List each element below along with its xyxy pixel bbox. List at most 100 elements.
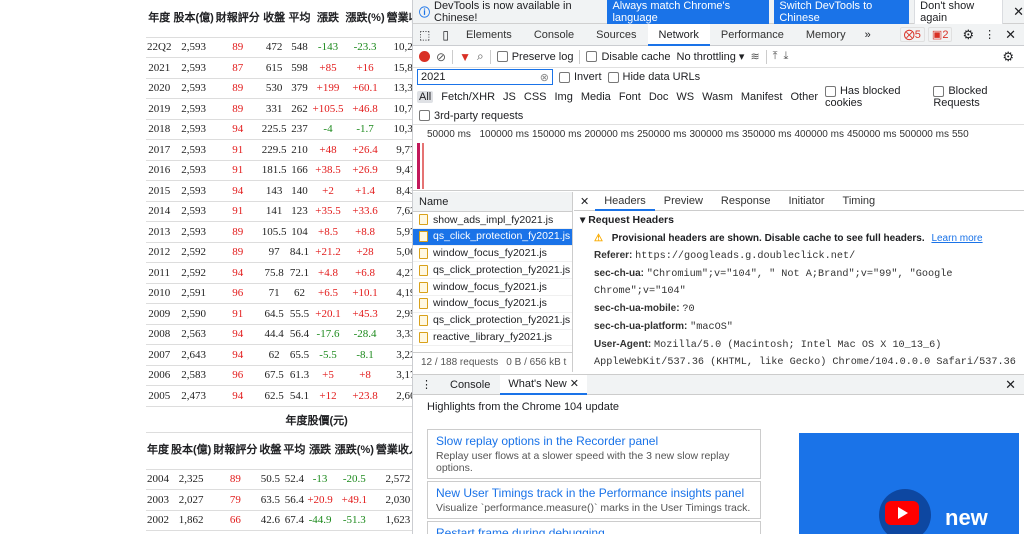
type-filter-manifest[interactable]: Manifest [741, 91, 783, 103]
error-badge[interactable]: ⨂5 [899, 27, 925, 42]
device-icon[interactable]: ▯ [436, 28, 455, 42]
close-tab-icon[interactable]: ✕ [570, 378, 579, 390]
request-row[interactable]: qs_click_protection_fy2021.js [413, 313, 572, 330]
throttling-select[interactable]: No throttling ▾ [677, 50, 745, 63]
tab-console[interactable]: Console [523, 24, 585, 46]
invert-checkbox[interactable]: Invert [559, 71, 602, 83]
request-row[interactable]: window_focus_fy2021.js [413, 279, 572, 296]
tab-elements[interactable]: Elements [455, 24, 523, 46]
table-cell: -1.7 [344, 119, 386, 140]
hide-data-urls-checkbox[interactable]: Hide data URLs [607, 71, 700, 83]
type-filter-img[interactable]: Img [555, 91, 573, 103]
type-filter-all[interactable]: All [417, 91, 434, 103]
feature-card[interactable]: New User Timings track in the Performanc… [427, 481, 761, 519]
gear-icon[interactable]: ⚙ [962, 27, 974, 43]
disable-cache-checkbox[interactable]: Disable cache [586, 51, 671, 63]
learn-more-link[interactable]: Learn more [931, 233, 982, 244]
settings-icon[interactable]: ⚙ [1002, 49, 1014, 65]
blocked-requests-checkbox[interactable]: Blocked Requests [933, 85, 1024, 109]
table-cell: +49.1 [333, 489, 375, 511]
card-title[interactable]: Restart frame during debugging [436, 526, 752, 534]
type-filter-wasm[interactable]: Wasm [702, 91, 733, 103]
filter-input[interactable]: 2021 ⊗ [417, 69, 553, 85]
kebab-icon[interactable]: ⋮ [984, 28, 995, 41]
warning-badge[interactable]: ▣2 [927, 27, 953, 42]
type-filter-js[interactable]: JS [503, 91, 516, 103]
table-row: 20212,59387615598+85+1615,8748 [146, 57, 412, 79]
type-filter-doc[interactable]: Doc [649, 91, 669, 103]
table-cell: 8,435 [385, 180, 412, 202]
type-filter-other[interactable]: Other [790, 91, 818, 103]
tab-timing[interactable]: Timing [834, 192, 885, 211]
table-cell: +26.4 [344, 139, 386, 161]
tab-sources[interactable]: Sources [585, 24, 647, 46]
table-cell: 3,226 [385, 344, 412, 366]
request-row[interactable]: qs_click_protection_fy2021.js [413, 228, 572, 246]
card-title[interactable]: Slow replay options in the Recorder pane… [436, 434, 752, 448]
tab-headers[interactable]: Headers [595, 192, 655, 211]
more-tabs-icon[interactable]: » [857, 29, 879, 41]
filter-bar: 2021 ⊗ Invert Hide data URLs [413, 68, 1024, 86]
type-filter-font[interactable]: Font [619, 91, 641, 103]
card-title[interactable]: New User Timings track in the Performanc… [436, 486, 752, 500]
upload-icon[interactable]: ⤒ [773, 50, 778, 63]
type-filter-ws[interactable]: WS [676, 91, 694, 103]
clear-icon[interactable]: ⊘ [436, 50, 446, 64]
type-filter-fetchxhr[interactable]: Fetch/XHR [441, 91, 495, 103]
tab-console[interactable]: Console [440, 379, 500, 391]
tab-initiator[interactable]: Initiator [779, 192, 833, 211]
table-cell: 5,970 [385, 221, 412, 243]
table-cell: -13 [306, 469, 334, 490]
request-headers-section[interactable]: ▾ Request Headers [574, 211, 1024, 229]
close-devtools-icon[interactable]: ✕ [1005, 27, 1016, 43]
table-cell: +60.1 [344, 78, 386, 99]
header-key: sec-ch-ua-mobile: [594, 303, 683, 314]
network-overview[interactable] [413, 143, 1024, 191]
third-party-row: 3rd-party requests [413, 107, 1024, 125]
type-filter-css[interactable]: CSS [524, 91, 547, 103]
tab-performance[interactable]: Performance [710, 24, 795, 46]
table-cell: 143 [260, 180, 288, 202]
header-key: Referer: [594, 250, 636, 261]
table-cell: 94 [214, 180, 261, 202]
table-cell: 2002 [146, 510, 170, 531]
tab-whats-new[interactable]: What's New ✕ [500, 374, 587, 395]
inspect-icon[interactable]: ⬚ [413, 28, 436, 42]
tab-memory[interactable]: Memory [795, 24, 857, 46]
tab-preview[interactable]: Preview [655, 192, 712, 211]
network-toolbar: ⊘ ▼ ⌕ Preserve log Disable cache No thro… [413, 46, 1024, 68]
table-cell: 94 [214, 344, 261, 366]
tab-response[interactable]: Response [712, 192, 780, 211]
feature-card[interactable]: Slow replay options in the Recorder pane… [427, 429, 761, 479]
tab-network[interactable]: Network [647, 23, 710, 46]
filter-icon[interactable]: ▼ [459, 50, 471, 64]
close-icon[interactable]: ✕ [1013, 4, 1024, 20]
download-icon[interactable]: ⤓ [784, 50, 789, 63]
request-row[interactable]: reactive_library_fy2021.js [413, 330, 572, 347]
type-filter-media[interactable]: Media [581, 91, 611, 103]
separator [489, 49, 491, 64]
clear-filter-icon[interactable]: ⊗ [540, 71, 549, 84]
timeline-tick: 100000 ms [479, 129, 529, 140]
promo-video-thumbnail[interactable]: new [799, 433, 1019, 534]
request-row[interactable]: window_focus_fy2021.js [413, 296, 572, 313]
blocked-cookies-checkbox[interactable]: Has blocked cookies [824, 85, 926, 109]
feature-card[interactable]: Restart frame during debugging [427, 521, 761, 534]
request-row[interactable]: window_focus_fy2021.js [413, 246, 572, 263]
third-party-checkbox[interactable]: 3rd-party requests [419, 110, 523, 122]
search-icon[interactable]: ⌕ [477, 49, 484, 64]
request-row[interactable]: show_ads_impl_fy2021.js [413, 212, 572, 229]
table-cell: 75.8 [260, 262, 288, 284]
play-icon[interactable] [885, 501, 919, 525]
close-drawer-icon[interactable]: ✕ [1005, 377, 1016, 393]
preserve-log-checkbox[interactable]: Preserve log [496, 51, 573, 63]
close-detail-icon[interactable]: ✕ [574, 195, 595, 208]
wifi-icon[interactable]: ≋ [750, 50, 759, 63]
table-cell: 210 [287, 139, 312, 161]
table-cell: +8.8 [344, 221, 386, 243]
table-cell: +20.9 [306, 489, 334, 511]
name-column-header[interactable]: Name [413, 192, 572, 212]
record-icon[interactable] [419, 51, 430, 62]
drawer-menu-icon[interactable]: ⋮ [413, 378, 440, 391]
request-row[interactable]: qs_click_protection_fy2021.js [413, 262, 572, 280]
